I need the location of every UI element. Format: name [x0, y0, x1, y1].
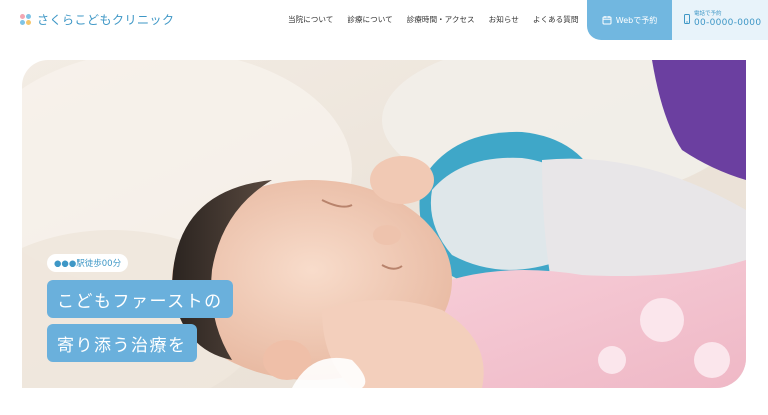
tel-number: 00-0000-0000 — [694, 18, 762, 28]
catchcopy-line-2: 寄り添う治療を — [47, 324, 197, 362]
tel-label: 電話で予約 — [694, 11, 722, 17]
logo-mark-icon — [20, 13, 32, 26]
global-nav: 当院について 診療について 診療時間・アクセス お知らせ よくある質問 — [288, 14, 578, 25]
catchcopy-line-1: こどもファーストの — [47, 280, 233, 318]
nav-faq[interactable]: よくある質問 — [533, 14, 579, 25]
nav-treatment[interactable]: 診療について — [347, 14, 392, 25]
tel-reservation[interactable]: 電話で予約 00-0000-0000 — [672, 0, 768, 40]
nav-about[interactable]: 当院について — [288, 14, 333, 25]
nav-news[interactable]: お知らせ — [489, 14, 519, 25]
web-reservation-label: Webで予約 — [615, 15, 658, 25]
phone-icon — [684, 14, 690, 24]
logo-text: さくらこどもクリニック — [37, 13, 175, 27]
clinic-logo[interactable]: さくらこどもクリニック — [20, 11, 175, 28]
nav-hours-access[interactable]: 診療時間・アクセス — [407, 14, 475, 25]
calendar-icon — [602, 16, 612, 25]
web-reservation-button[interactable]: Webで予約 — [587, 0, 672, 40]
site-header: さくらこどもクリニック 当院について 診療について 診療時間・アクセス お知らせ… — [0, 0, 768, 40]
access-badge: ●●●駅徒歩00分 — [47, 254, 129, 272]
